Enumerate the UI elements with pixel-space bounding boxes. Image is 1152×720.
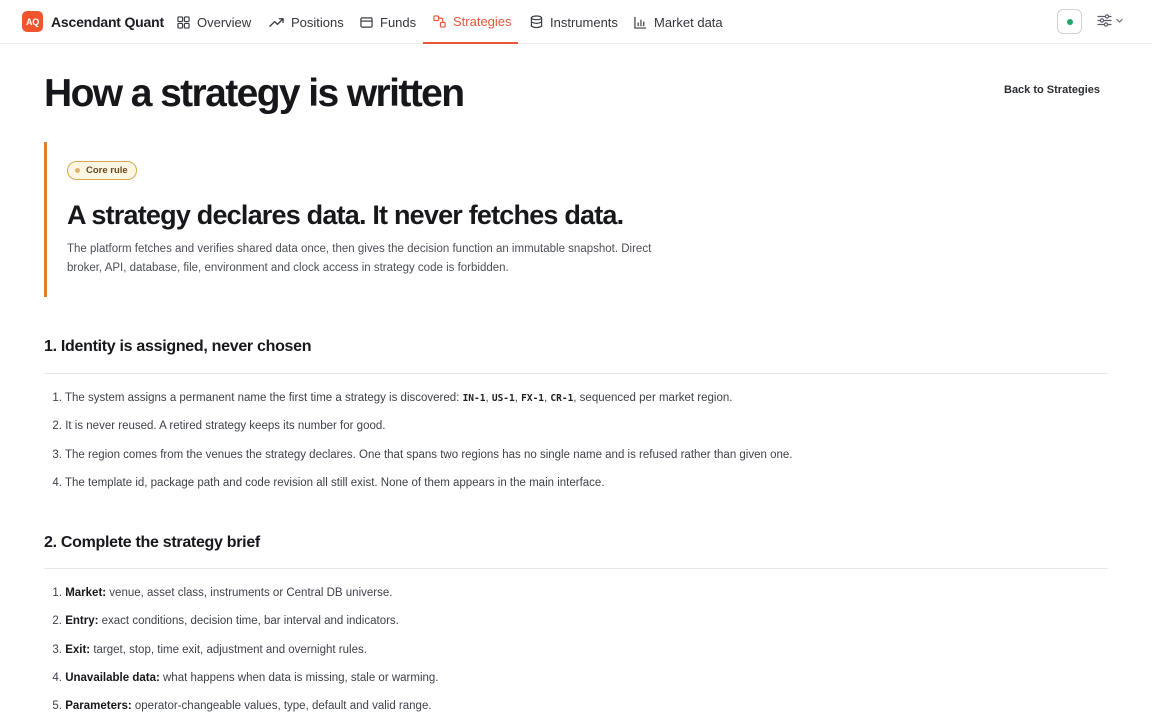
brand-name: Ascendant Quant (51, 13, 164, 30)
list-text: target, stop, time exit, adjustment and … (90, 643, 367, 656)
list-text: exact conditions, decision time, bar int… (98, 615, 399, 628)
list-item: 2. It is never reused. A retired strateg… (44, 412, 1108, 440)
nav-label: Overview (197, 14, 252, 30)
list-number: 3. (52, 643, 62, 656)
list-text: operator-changeable values, type, defaul… (131, 700, 432, 713)
identity-code: US-1 (491, 393, 515, 404)
list-text: The region comes from the venues the str… (65, 448, 793, 461)
section-heading-brief: 2. Complete the strategy brief (44, 534, 260, 551)
list-item: 3. The region comes from the venues the … (44, 441, 1108, 469)
nav-market-data[interactable]: Market data (634, 0, 723, 44)
chevron-down-icon (1116, 18, 1123, 23)
list-text: what happens when data is missing, stale… (159, 671, 439, 684)
back-to-strategies-link[interactable]: Back to Strategies (1004, 84, 1100, 96)
trending-up-icon (269, 17, 284, 27)
nav-label: Positions (291, 14, 344, 30)
identity-code: CR-1 (550, 393, 574, 404)
callout-title: A strategy declares data. It never fetch… (67, 200, 624, 230)
list-number: 2. (52, 420, 62, 433)
page-title: How a strategy is written (44, 72, 465, 115)
list-number: 3. (52, 448, 62, 461)
callout-body: The platform fetches and verifies shared… (67, 243, 652, 274)
section-divider (44, 373, 1108, 374)
list-text: It is never reused. A retired strategy k… (65, 420, 386, 433)
list-number: 1. (52, 587, 62, 599)
grid-icon (177, 15, 190, 29)
list-text: The system assigns a permanent name the … (65, 392, 463, 404)
nav-label: Funds (380, 14, 417, 30)
bar-chart-icon (634, 16, 647, 29)
nav-instruments[interactable]: Instruments (530, 0, 618, 44)
section-divider (44, 568, 1108, 569)
list-text: , sequenced per market region. (573, 392, 733, 404)
item-label: Unavailable data: (65, 671, 160, 684)
status-dot (1066, 18, 1073, 25)
core-rule-callout: Core rule A strategy declares data. It n… (44, 142, 687, 297)
brand[interactable]: AQ Ascendant Quant (22, 11, 164, 32)
section-heading-identity: 1. Identity is assigned, never chosen (44, 338, 312, 355)
brand-logo: AQ (22, 11, 43, 32)
identity-rules-list: 1. The system assigns a permanent name t… (44, 384, 1108, 497)
list-number: 1. (52, 392, 62, 404)
nav-label: Strategies (453, 13, 512, 29)
item-label: Entry: (65, 615, 99, 628)
strategy-icon (433, 14, 446, 28)
identity-code: IN-1 (462, 393, 486, 404)
brief-rules-list: 1. Market: venue, asset class, instrumen… (44, 579, 1108, 720)
item-label: Parameters: (65, 700, 132, 713)
list-item: 2. Entry: exact conditions, decision tim… (44, 607, 1108, 635)
list-item: 1. The system assigns a permanent name t… (44, 384, 1108, 412)
nav-funds[interactable]: Funds (360, 0, 416, 44)
list-number: 4. (52, 671, 62, 684)
list-item: 1. Market: venue, asset class, instrumen… (44, 579, 1108, 607)
list-item: 4. Unavailable data: what happens when d… (44, 664, 1108, 692)
status-button[interactable] (1057, 9, 1082, 34)
settings-menu-button[interactable] (1097, 14, 1124, 27)
database-icon (530, 15, 543, 29)
list-item: 5. Parameters: operator-changeable value… (44, 692, 1108, 720)
wallet-icon (360, 16, 373, 28)
sliders-icon (1097, 14, 1112, 27)
list-item: 4. The template id, package path and cod… (44, 469, 1108, 497)
list-text: venue, asset class, instruments or Centr… (106, 587, 393, 599)
nav-overview[interactable]: Overview (177, 0, 251, 44)
nav-label: Instruments (550, 14, 618, 30)
top-navigation: AQ Ascendant Quant Overview Positions Fu… (0, 0, 1152, 44)
identity-code: FX-1 (521, 393, 545, 404)
list-item: 3. Exit: target, stop, time exit, adjust… (44, 636, 1108, 664)
list-number: 2. (52, 615, 62, 628)
list-number: 4. (52, 476, 62, 489)
list-number: 5. (52, 700, 62, 713)
nav-label: Market data (654, 14, 723, 30)
item-label: Market: (65, 587, 107, 599)
nav-strategies[interactable]: Strategies (423, 0, 518, 44)
core-rule-badge: Core rule (67, 161, 137, 180)
list-text: The template id, package path and code r… (65, 476, 605, 489)
item-label: Exit: (65, 643, 91, 656)
nav-positions[interactable]: Positions (269, 0, 344, 44)
